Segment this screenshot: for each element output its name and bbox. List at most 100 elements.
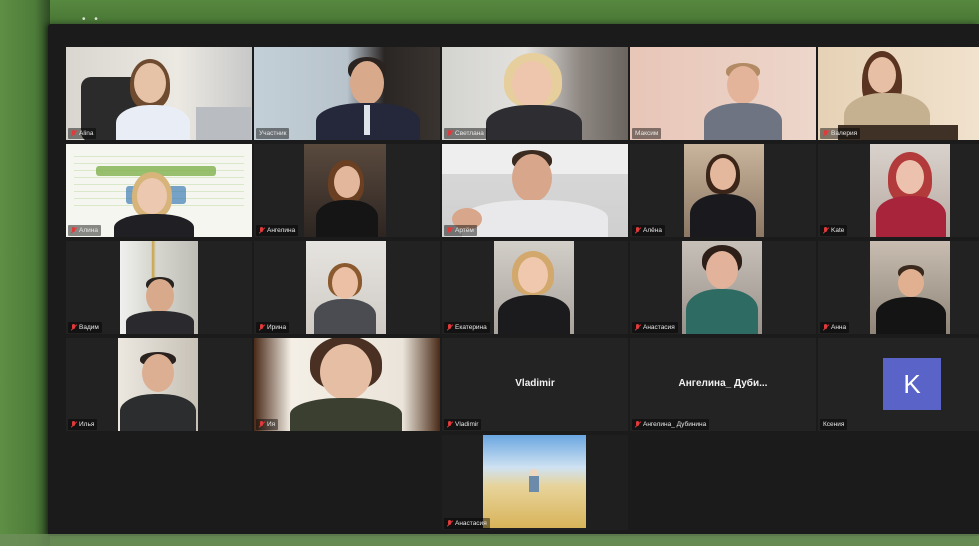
participant-tile[interactable]: Вадим <box>66 241 252 334</box>
participant-tile[interactable]: Vladimir Vladimir <box>442 338 628 431</box>
participant-tile[interactable]: Валерия <box>818 47 979 140</box>
participant-tile-active[interactable]: Участник <box>254 47 440 140</box>
participant-name: Анастасия <box>643 324 675 331</box>
muted-mic-icon <box>259 421 265 428</box>
participant-tile[interactable]: Анна <box>818 241 979 334</box>
participant-name: Ирина <box>267 324 287 331</box>
muted-mic-icon <box>823 130 829 137</box>
participant-name: Алина <box>79 227 98 234</box>
nameplate: Екатерина <box>444 322 490 333</box>
window-frame-top: • • <box>0 0 979 25</box>
nameplate: Максим <box>632 128 662 139</box>
nameplate: Анна <box>820 322 850 333</box>
participant-tile[interactable]: Alina <box>66 47 252 140</box>
nameplate: Алина <box>68 225 101 236</box>
video-gallery: Alina Участник Светлана Максим Валерия А… <box>48 24 979 536</box>
muted-mic-icon <box>71 324 77 331</box>
muted-mic-icon <box>447 227 453 234</box>
participant-video <box>442 47 628 140</box>
nameplate: Ангелина_ Дубинина <box>632 419 710 430</box>
participant-video <box>442 241 628 334</box>
participant-video <box>630 144 816 237</box>
participant-tile[interactable]: Алёна <box>630 144 816 237</box>
participant-tile[interactable]: Артём <box>442 144 628 237</box>
nameplate: Алёна <box>632 225 665 236</box>
participant-video <box>66 144 252 237</box>
participant-video <box>66 338 252 431</box>
muted-mic-icon <box>71 227 77 234</box>
participant-name: Светлана <box>455 130 484 137</box>
participant-video <box>66 241 252 334</box>
participant-name: Илья <box>79 421 95 428</box>
participant-name: Ангелина <box>267 227 296 234</box>
nameplate: Ксения <box>820 419 848 430</box>
participant-name: Валерия <box>831 130 858 137</box>
avatar: K <box>883 358 941 410</box>
taskbar-edge <box>0 534 979 546</box>
participant-video <box>630 241 816 334</box>
participant-tile[interactable]: Алина <box>66 144 252 237</box>
nameplate: Анастасия <box>632 322 678 333</box>
muted-mic-icon <box>635 227 641 234</box>
participant-video <box>254 338 440 431</box>
participant-tile[interactable]: Ирина <box>254 241 440 334</box>
muted-mic-icon <box>259 227 265 234</box>
muted-mic-icon <box>447 520 453 527</box>
participant-tile[interactable]: Ангелина <box>254 144 440 237</box>
participant-tile[interactable]: Максим <box>630 47 816 140</box>
participant-video <box>442 144 628 237</box>
participant-name: Екатерина <box>455 324 487 331</box>
muted-mic-icon <box>823 227 829 234</box>
participant-name: Артём <box>455 227 474 234</box>
participant-tile[interactable]: Анастасия <box>630 241 816 334</box>
nameplate: Анастасия <box>444 518 490 529</box>
muted-mic-icon <box>635 421 641 428</box>
nameplate: Kate <box>820 225 848 236</box>
participant-tile[interactable]: Ангелина_ Дуби... Ангелина_ Дубинина <box>630 338 816 431</box>
participant-name: Вадим <box>79 324 99 331</box>
nameplate: Илья <box>68 419 98 430</box>
participant-video <box>818 47 979 140</box>
participant-name: Kate <box>831 227 845 234</box>
participant-name: Alina <box>79 130 94 137</box>
participant-video <box>818 241 979 334</box>
participant-tile[interactable]: Анастасия <box>442 435 628 530</box>
nameplate: Светлана <box>444 128 487 139</box>
participant-name: Алёна <box>643 227 662 234</box>
participant-tile[interactable]: Ия <box>254 338 440 431</box>
participant-name: Ксения <box>823 421 845 428</box>
nameplate: Ирина <box>256 322 290 333</box>
participant-display-name: Ангелина_ Дуби... <box>678 378 768 389</box>
participant-tile[interactable]: Светлана <box>442 47 628 140</box>
nameplate: Вадим <box>68 322 102 333</box>
muted-mic-icon <box>447 421 453 428</box>
participant-tile[interactable]: Екатерина <box>442 241 628 334</box>
participant-tile[interactable]: K Ксения <box>818 338 979 431</box>
participant-video <box>630 47 816 140</box>
participant-tile[interactable]: Kate <box>818 144 979 237</box>
participant-video <box>254 47 440 140</box>
nameplate: Участник <box>256 128 290 139</box>
nameplate: Артём <box>444 225 477 236</box>
nameplate: Ангелина <box>256 225 299 236</box>
participant-name: Анастасия <box>455 520 487 527</box>
nameplate: Alina <box>68 128 97 139</box>
window-frame-left <box>0 0 50 546</box>
nameplate: Валерия <box>820 128 861 139</box>
muted-mic-icon <box>71 421 77 428</box>
muted-mic-icon <box>823 324 829 331</box>
participant-video <box>66 47 252 140</box>
muted-mic-icon <box>447 130 453 137</box>
participant-video <box>442 435 628 530</box>
participant-video <box>818 144 979 237</box>
participant-name: Vladimir <box>455 421 479 428</box>
nameplate: Ия <box>256 419 279 430</box>
muted-mic-icon <box>259 324 265 331</box>
participant-tile[interactable]: Илья <box>66 338 252 431</box>
nameplate: Vladimir <box>444 419 482 430</box>
muted-mic-icon <box>447 324 453 331</box>
participant-name: Ия <box>267 421 276 428</box>
participant-name: Анна <box>831 324 847 331</box>
muted-mic-icon <box>635 324 641 331</box>
participant-name: Максим <box>635 130 659 137</box>
